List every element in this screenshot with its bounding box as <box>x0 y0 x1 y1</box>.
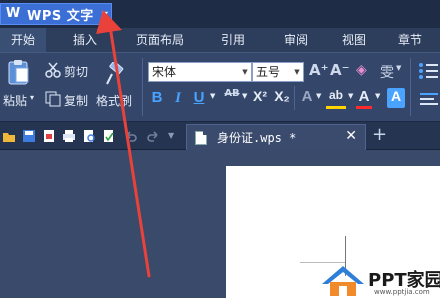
tab-chapter[interactable]: 章节 <box>386 28 434 52</box>
highlight-color-bar <box>326 106 346 109</box>
chevron-down-icon[interactable]: ▼ <box>210 92 215 100</box>
close-icon[interactable]: ✕ <box>345 128 357 144</box>
chevron-down-icon[interactable]: ▼ <box>396 64 401 72</box>
font-name-value: 宋体 <box>152 65 177 79</box>
tab-home[interactable]: 开始 <box>0 28 46 52</box>
font-size-select[interactable]: 五号 ▼ <box>252 62 304 82</box>
redo-icon[interactable] <box>146 129 160 143</box>
app-menu-button[interactable]: W WPS 文字 ▼ <box>0 3 112 25</box>
highlight-button[interactable]: ab <box>326 88 346 108</box>
title-bar: W WPS 文字 ▼ <box>0 0 440 28</box>
character-shading-button[interactable]: A <box>387 88 405 108</box>
document-tab[interactable]: 身份证.wps * ✕ <box>186 124 366 150</box>
bold-button[interactable]: B <box>150 88 164 108</box>
superscript-button[interactable]: X² <box>250 88 270 108</box>
tab-references[interactable]: 引用 <box>196 28 270 52</box>
bullet-list-icon[interactable] <box>418 62 438 80</box>
preview-icon[interactable] <box>82 129 96 143</box>
scissors-icon <box>45 62 61 78</box>
chevron-down-icon[interactable]: ▼ <box>316 92 321 100</box>
tab-page-layout[interactable]: 页面布局 <box>124 28 196 52</box>
italic-button[interactable]: I <box>171 88 185 108</box>
watermark-url: www.pptjia.com <box>374 288 430 296</box>
copy-button[interactable]: 复制 <box>64 92 88 109</box>
print-icon[interactable] <box>62 129 76 143</box>
chevron-down-icon[interactable]: ▼ <box>375 92 380 100</box>
chevron-down-icon: ▼ <box>294 68 300 76</box>
align-icon[interactable] <box>418 92 440 106</box>
tab-view[interactable]: 视图 <box>322 28 386 52</box>
subscript-button[interactable]: X₂ <box>272 88 292 108</box>
shrink-font-button[interactable]: A⁻ <box>330 61 350 79</box>
spell-icon[interactable] <box>102 129 116 143</box>
text-effect-button[interactable]: A <box>300 88 314 108</box>
new-tab-button[interactable]: + <box>372 124 387 145</box>
cut-button[interactable]: 剪切 <box>64 63 88 80</box>
house-logo-icon <box>322 266 364 296</box>
chevron-down-icon[interactable]: ▼ <box>168 131 174 140</box>
font-color-button[interactable]: A <box>357 88 371 108</box>
chevron-down-icon[interactable]: ▼ <box>242 92 247 100</box>
format-painter-button[interactable]: 格式刷 <box>96 92 132 109</box>
phonetic-guide-button[interactable]: 雯 <box>380 62 394 82</box>
document-name: 身份证.wps * <box>217 131 297 145</box>
ribbon-separator <box>410 58 411 116</box>
app-title: WPS 文字 <box>27 8 94 24</box>
ribbon-tabs: 开始 插入 页面布局 引用 审阅 视图 章节 <box>0 28 440 52</box>
chevron-down-icon[interactable]: ▼ <box>348 92 353 100</box>
font-color-bar <box>356 106 372 109</box>
save-icon[interactable] <box>22 129 36 143</box>
clear-format-button[interactable]: ◈ <box>356 62 367 78</box>
paste-button[interactable]: 粘贴 <box>3 92 27 109</box>
grow-font-button[interactable]: A⁺ <box>309 61 329 79</box>
tab-insert[interactable]: 插入 <box>46 28 124 52</box>
underline-button[interactable]: U <box>192 88 206 108</box>
chevron-down-icon: ▼ <box>101 9 108 19</box>
tab-review[interactable]: 审阅 <box>270 28 322 52</box>
open-icon[interactable] <box>2 129 16 143</box>
copy-icon <box>45 91 61 107</box>
wps-logo-icon: W <box>5 6 21 21</box>
chevron-down-icon: ▼ <box>242 68 248 76</box>
ribbon-separator <box>294 86 295 110</box>
undo-icon[interactable] <box>124 129 138 143</box>
strikethrough-button[interactable]: AB <box>222 88 242 108</box>
paste-dropdown-icon[interactable]: ▾ <box>30 93 34 102</box>
format-painter-icon <box>106 62 124 85</box>
ribbon-separator <box>142 58 143 116</box>
font-size-value: 五号 <box>256 65 281 79</box>
paste-icon[interactable] <box>6 58 32 88</box>
watermark: PPT家园 www.pptjia.com <box>318 262 440 298</box>
document-icon <box>195 130 207 145</box>
pdf-icon[interactable] <box>42 129 56 143</box>
font-name-select[interactable]: 宋体 ▼ <box>148 62 252 82</box>
